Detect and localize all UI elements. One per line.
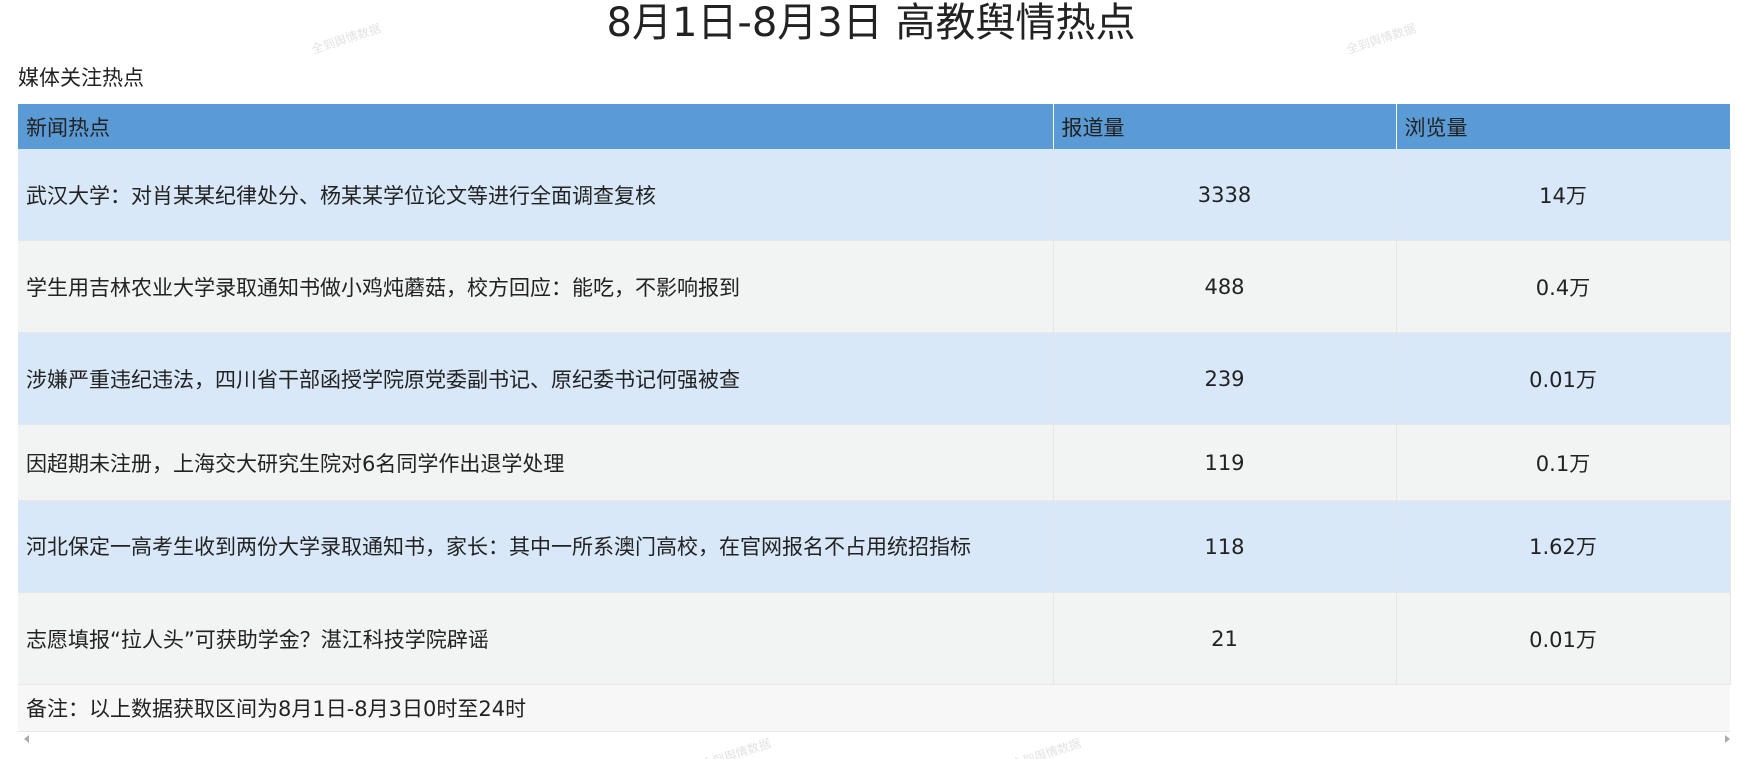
page: 全到舆情数据 全到舆情数据 全到舆情数据 全到舆情数据 8月1日-8月3日 高教… [0,0,1742,759]
cell-reports: 119 [1053,424,1397,501]
cell-reports: 239 [1053,332,1397,425]
cell-news: 涉嫌严重违纪违法，四川省干部函授学院原党委副书记、原纪委书记何强被查 [18,332,1054,425]
table-row: 志愿填报“拉人头”可获助学金？湛江科技学院辟谣 21 0.01万 [18,592,1731,685]
cell-news: 河北保定一高考生收到两份大学录取通知书，家长：其中一所系澳门高校，在官网报名不占… [18,500,1054,593]
table-row: 因超期未注册，上海交大研究生院对6名同学作出退学处理 119 0.1万 [18,424,1731,501]
cell-views: 0.01万 [1396,592,1731,685]
hotspot-table: 新闻热点 报道量 浏览量 武汉大学：对肖某某纪律处分、杨某某学位论文等进行全面调… [18,104,1731,732]
cell-views: 1.62万 [1396,500,1731,593]
cell-news: 武汉大学：对肖某某纪律处分、杨某某学位论文等进行全面调查复核 [18,149,1054,241]
cell-news: 学生用吉林农业大学录取通知书做小鸡炖蘑菇，校方回应：能吃，不影响报到 [18,240,1054,333]
table-note: 备注：以上数据获取区间为8月1日-8月3日0时至24时 [18,684,1730,732]
cell-news: 因超期未注册，上海交大研究生院对6名同学作出退学处理 [18,424,1054,501]
hotspot-table-container: 新闻热点 报道量 浏览量 武汉大学：对肖某某纪律处分、杨某某学位论文等进行全面调… [18,104,1731,732]
table-header-row: 新闻热点 报道量 浏览量 [18,104,1731,149]
cell-news: 志愿填报“拉人头”可获助学金？湛江科技学院辟谣 [18,592,1054,685]
scroll-left-arrow-icon[interactable] [24,735,29,743]
cell-reports: 118 [1053,500,1397,593]
table-row: 武汉大学：对肖某某纪律处分、杨某某学位论文等进行全面调查复核 3338 14万 [18,149,1731,241]
cell-views: 0.01万 [1396,332,1731,425]
cell-views: 0.4万 [1396,240,1731,333]
cell-reports: 21 [1053,592,1397,685]
header-news: 新闻热点 [18,104,1054,149]
table-note-row: 备注：以上数据获取区间为8月1日-8月3日0时至24时 [18,684,1730,732]
scroll-right-arrow-icon[interactable] [1725,735,1730,743]
page-title: 8月1日-8月3日 高教舆情热点 [606,0,1136,46]
cell-reports: 488 [1053,240,1397,333]
table-row: 河北保定一高考生收到两份大学录取通知书，家长：其中一所系澳门高校，在官网报名不占… [18,500,1731,593]
header-reports: 报道量 [1053,104,1397,149]
table-row: 涉嫌严重违纪违法，四川省干部函授学院原党委副书记、原纪委书记何强被查 239 0… [18,332,1731,425]
header-views: 浏览量 [1396,104,1731,149]
cell-views: 0.1万 [1396,424,1731,501]
horizontal-scrollbar[interactable] [18,732,1730,746]
table-row: 学生用吉林农业大学录取通知书做小鸡炖蘑菇，校方回应：能吃，不影响报到 488 0… [18,240,1731,333]
cell-reports: 3338 [1053,149,1397,241]
section-subtitle: 媒体关注热点 [18,66,144,90]
cell-views: 14万 [1396,149,1731,241]
